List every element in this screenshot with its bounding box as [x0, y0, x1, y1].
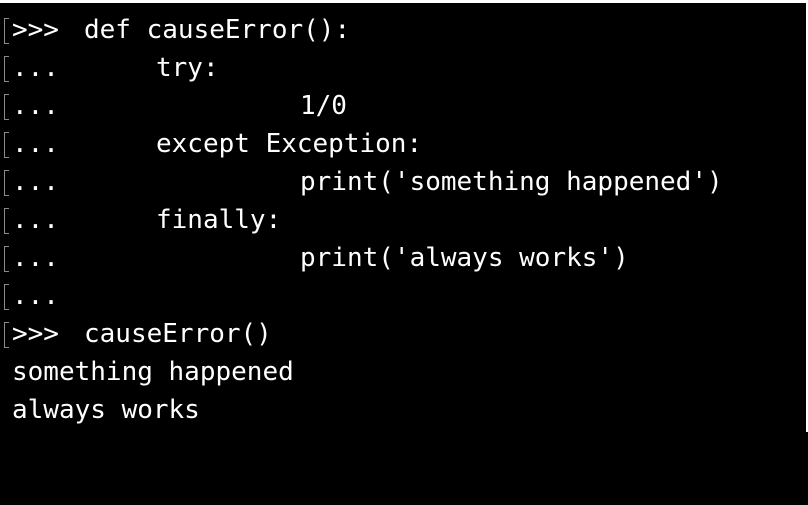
- repl-code: try:: [156, 53, 219, 83]
- repl-code: except Exception:: [156, 129, 423, 159]
- repl-prompt: >>>: [12, 15, 59, 45]
- repl-prompt: ...: [12, 53, 59, 83]
- repl-output-line: something happened: [0, 353, 800, 391]
- repl-prompt: ...: [12, 281, 59, 311]
- repl-input-line: ...: [0, 277, 800, 315]
- mark-bracket: [4, 132, 9, 158]
- repl-input-line: ... except Exception:: [0, 125, 800, 163]
- repl-input-line: ... 1/0: [0, 87, 800, 125]
- repl-code: 1/0: [300, 91, 347, 121]
- mark-bracket: [4, 18, 9, 44]
- repl-code: print('always works'): [300, 243, 629, 273]
- mark-bracket: [4, 208, 9, 234]
- mark-bracket: [4, 322, 9, 348]
- repl-input-line: >>> causeError(): [0, 315, 800, 353]
- repl-code: finally:: [156, 205, 282, 235]
- output-text: always works: [12, 395, 200, 425]
- repl-output-line: always works: [0, 391, 800, 429]
- repl-code: def causeError():: [84, 15, 351, 45]
- mark-bracket: [4, 284, 9, 310]
- mark-bracket: [4, 246, 9, 272]
- repl-input-line: ... try:: [0, 49, 800, 87]
- repl-input-line: ... finally:: [0, 201, 800, 239]
- repl-input-line: >>> def causeError():: [0, 11, 800, 49]
- output-text: something happened: [12, 357, 294, 387]
- terminal-window[interactable]: >>> def causeError(): ... try: ... 1/0 .…: [0, 0, 808, 432]
- repl-prompt: ...: [12, 243, 59, 273]
- mark-bracket: [4, 56, 9, 82]
- repl-code: print('something happened'): [300, 167, 723, 197]
- repl-prompt: >>>: [12, 319, 59, 349]
- repl-input-line: ... print('always works'): [0, 239, 800, 277]
- repl-code: causeError(): [84, 319, 272, 349]
- repl-input-line: ... print('something happened'): [0, 163, 800, 201]
- repl-prompt: ...: [12, 167, 59, 197]
- mark-bracket: [4, 94, 9, 120]
- repl-prompt: ...: [12, 129, 59, 159]
- repl-prompt: ...: [12, 91, 59, 121]
- repl-prompt: ...: [12, 205, 59, 235]
- mark-bracket: [4, 170, 9, 196]
